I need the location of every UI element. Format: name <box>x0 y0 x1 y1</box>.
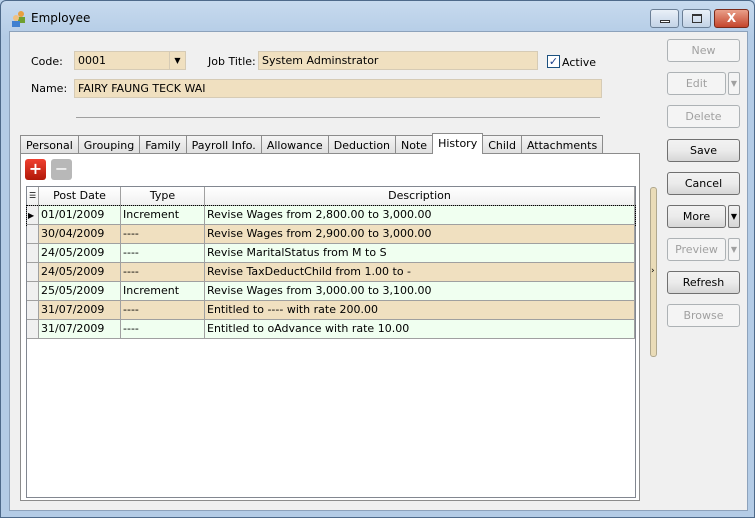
employee-icon <box>12 11 25 27</box>
cell-post-date[interactable]: 30/04/2009 <box>39 225 121 243</box>
cell-type[interactable]: ---- <box>121 244 205 262</box>
cell-post-date[interactable]: 24/05/2009 <box>39 244 121 262</box>
maximize-button[interactable] <box>682 9 711 28</box>
plus-icon: + <box>28 159 43 178</box>
chevron-right-icon[interactable]: › <box>651 266 655 276</box>
history-grid: ☰ Post Date Type Description ▶ 01/01/2009… <box>26 186 636 498</box>
cell-description[interactable]: Entitled to oAdvance with rate 10.00 <box>205 320 635 338</box>
tab-history[interactable]: History <box>432 133 484 154</box>
save-button[interactable]: Save <box>667 139 740 162</box>
table-row[interactable]: 31/07/2009 ---- Entitled to oAdvance with … <box>27 320 635 339</box>
close-button[interactable]: X <box>714 9 749 28</box>
tab-bar: Personal Grouping Family Payroll Info. Allow… <box>20 133 604 154</box>
table-row[interactable]: 24/05/2009 ---- Revise MaritalStatus from … <box>27 244 635 263</box>
divider <box>76 117 600 118</box>
tab-allowance[interactable]: Allowance <box>260 135 329 154</box>
tab-grouping[interactable]: Grouping <box>77 135 141 154</box>
code-label: Code: <box>31 55 63 68</box>
row-indicator[interactable] <box>27 263 39 281</box>
remove-row-button[interactable]: − <box>51 159 72 180</box>
edit-dropdown-button[interactable]: ▼ <box>728 72 740 95</box>
name-input[interactable]: FAIRY FAUNG TECK WAI <box>74 79 602 98</box>
tab-note[interactable]: Note <box>395 135 434 154</box>
code-combobox[interactable]: 0001 ▼ <box>74 51 186 70</box>
active-checkbox[interactable]: ✓ <box>547 55 560 68</box>
history-panel: + − ☰ Post Date Type Description ▶ 01/01/… <box>20 153 640 501</box>
preview-button[interactable]: Preview <box>667 238 726 261</box>
minimize-button[interactable] <box>650 9 679 28</box>
grid-header: ☰ Post Date Type Description <box>27 187 635 206</box>
column-post-date[interactable]: Post Date <box>39 187 121 205</box>
cell-description[interactable]: Entitled to ---- with rate 200.00 <box>205 301 635 319</box>
name-label: Name: <box>31 82 68 95</box>
cell-type[interactable]: ---- <box>121 301 205 319</box>
tab-deduction[interactable]: Deduction <box>327 135 397 154</box>
tab-personal[interactable]: Personal <box>20 135 79 154</box>
job-title-input[interactable]: System Adminstrator <box>258 51 538 70</box>
tab-attachments[interactable]: Attachments <box>520 135 604 154</box>
new-button[interactable]: New <box>667 39 740 62</box>
active-label: Active <box>562 56 597 69</box>
delete-button[interactable]: Delete <box>667 105 740 128</box>
table-row[interactable]: 24/05/2009 ---- Revise TaxDeductChild from… <box>27 263 635 282</box>
preview-dropdown-button[interactable]: ▼ <box>728 238 740 261</box>
cell-type[interactable]: Increment <box>121 282 205 300</box>
cell-post-date[interactable]: 31/07/2009 <box>39 320 121 338</box>
tab-family[interactable]: Family <box>139 135 187 154</box>
column-type[interactable]: Type <box>121 187 205 205</box>
column-chooser-icon[interactable]: ☰ <box>27 187 39 205</box>
cell-description[interactable]: Revise MaritalStatus from M to S <box>205 244 635 262</box>
tab-payroll-info[interactable]: Payroll Info. <box>185 135 262 154</box>
job-title-label: Job Title: <box>208 55 256 68</box>
cell-description[interactable]: Revise TaxDeductChild from 1.00 to - <box>205 263 635 281</box>
cell-post-date[interactable]: 25/05/2009 <box>39 282 121 300</box>
table-row[interactable]: 30/04/2009 ---- Revise Wages from 2,900.00… <box>27 225 635 244</box>
row-indicator[interactable] <box>27 244 39 262</box>
tab-child[interactable]: Child <box>482 135 522 154</box>
refresh-button[interactable]: Refresh <box>667 271 740 294</box>
cell-post-date[interactable]: 01/01/2009 <box>39 206 121 224</box>
table-row[interactable]: 25/05/2009 Increment Revise Wages from 3,0… <box>27 282 635 301</box>
row-indicator[interactable] <box>27 282 39 300</box>
code-value: 0001 <box>78 54 106 67</box>
add-row-button[interactable]: + <box>25 159 46 180</box>
more-dropdown-button[interactable]: ▼ <box>728 205 740 228</box>
cell-post-date[interactable]: 24/05/2009 <box>39 263 121 281</box>
client-area: Code: 0001 ▼ Job Title: System Adminstrat… <box>9 31 748 511</box>
cancel-button[interactable]: Cancel <box>667 172 740 195</box>
cell-description[interactable]: Revise Wages from 2,900.00 to 3,000.00 <box>205 225 635 243</box>
column-description[interactable]: Description <box>205 187 635 205</box>
row-indicator[interactable] <box>27 225 39 243</box>
table-row[interactable]: 31/07/2009 ---- Entitled to ---- with rate… <box>27 301 635 320</box>
cell-type[interactable]: ---- <box>121 225 205 243</box>
browse-button[interactable]: Browse <box>667 304 740 327</box>
edit-button[interactable]: Edit <box>667 72 726 95</box>
minus-icon: − <box>54 159 69 178</box>
cell-type[interactable]: ---- <box>121 263 205 281</box>
row-indicator[interactable] <box>27 320 39 338</box>
chevron-down-icon[interactable]: ▼ <box>169 52 185 69</box>
row-indicator[interactable] <box>27 301 39 319</box>
cell-post-date[interactable]: 31/07/2009 <box>39 301 121 319</box>
cell-type[interactable]: ---- <box>121 320 205 338</box>
current-row-indicator-icon[interactable]: ▶ <box>27 206 39 224</box>
window-title: Employee <box>31 11 91 25</box>
employee-window: Employee X Code: 0001 ▼ Job Title: System… <box>0 0 755 518</box>
cell-description[interactable]: Revise Wages from 3,000.00 to 3,100.00 <box>205 282 635 300</box>
table-row[interactable]: ▶ 01/01/2009 Increment Revise Wages from 2,… <box>26 205 636 226</box>
cell-description[interactable]: Revise Wages from 2,800.00 to 3,000.00 <box>205 206 635 224</box>
more-button[interactable]: More <box>667 205 726 228</box>
cell-type[interactable]: Increment <box>121 206 205 224</box>
